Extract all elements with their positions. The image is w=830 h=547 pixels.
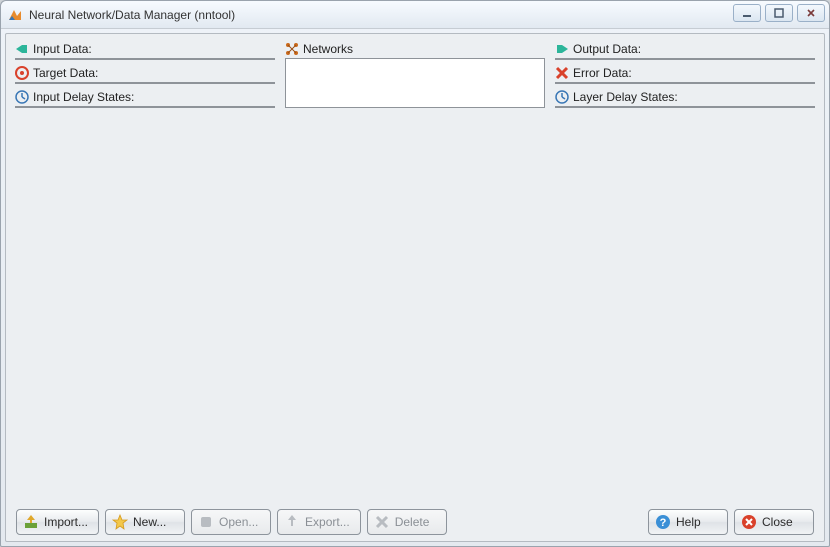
clock-icon (15, 90, 29, 104)
network-icon (285, 42, 299, 56)
input-data-label: Input Data: (15, 42, 275, 56)
output-data-list[interactable] (555, 58, 815, 60)
target-data-text: Target Data: (33, 66, 98, 80)
close-button[interactable]: Close (734, 509, 814, 535)
output-data-label: Output Data: (555, 42, 815, 56)
window-title: Neural Network/Data Manager (nntool) (29, 8, 235, 22)
target-data-panel: Target Data: (15, 66, 275, 84)
clock-icon (555, 90, 569, 104)
new-label: New... (133, 515, 166, 529)
layer-delay-list[interactable] (555, 106, 815, 108)
close-icon (741, 514, 757, 530)
layer-delay-panel: Layer Delay States: (555, 90, 815, 108)
networks-list[interactable] (285, 58, 545, 108)
nntool-window: Neural Network/Data Manager (nntool) Inp… (0, 0, 830, 547)
matlab-icon (7, 7, 23, 23)
export-label: Export... (305, 515, 350, 529)
window-controls (733, 4, 825, 22)
error-data-list[interactable] (555, 82, 815, 84)
input-delay-panel: Input Delay States: (15, 90, 275, 108)
layer-delay-text: Layer Delay States: (573, 90, 678, 104)
target-icon (15, 66, 29, 80)
networks-panel: Networks (285, 42, 545, 108)
networks-text: Networks (303, 42, 353, 56)
input-delay-label: Input Delay States: (15, 90, 275, 104)
output-data-panel: Output Data: (555, 42, 815, 60)
input-delay-text: Input Delay States: (33, 90, 134, 104)
input-data-panel: Input Data: (15, 42, 275, 60)
output-arrow-icon (555, 42, 569, 56)
input-data-list[interactable] (15, 58, 275, 60)
new-star-icon (112, 514, 128, 530)
help-button[interactable]: ? Help (648, 509, 728, 535)
output-data-text: Output Data: (573, 42, 641, 56)
import-label: Import... (44, 515, 88, 529)
maximize-button[interactable] (765, 4, 793, 22)
layer-delay-label: Layer Delay States: (555, 90, 815, 104)
error-data-text: Error Data: (573, 66, 632, 80)
open-button: Open... (191, 509, 271, 535)
close-label: Close (762, 515, 793, 529)
new-button[interactable]: New... (105, 509, 185, 535)
networks-label: Networks (285, 42, 545, 56)
titlebar: Neural Network/Data Manager (nntool) (1, 1, 829, 29)
import-button[interactable]: Import... (16, 509, 99, 535)
delete-icon (374, 514, 390, 530)
help-label: Help (676, 515, 701, 529)
delete-button: Delete (367, 509, 447, 535)
input-arrow-icon (15, 42, 29, 56)
export-icon (284, 514, 300, 530)
target-data-label: Target Data: (15, 66, 275, 80)
open-icon (198, 514, 214, 530)
minimize-button[interactable] (733, 4, 761, 22)
panels-grid: Input Data: Networks Outpu (16, 42, 814, 501)
delete-label: Delete (395, 515, 430, 529)
error-icon (555, 66, 569, 80)
svg-text:?: ? (660, 517, 667, 529)
export-button: Export... (277, 509, 361, 535)
help-icon: ? (655, 514, 671, 530)
error-data-panel: Error Data: (555, 66, 815, 84)
target-data-list[interactable] (15, 82, 275, 84)
client-area: Input Data: Networks Outpu (5, 33, 825, 542)
input-data-text: Input Data: (33, 42, 92, 56)
close-window-button[interactable] (797, 4, 825, 22)
error-data-label: Error Data: (555, 66, 815, 80)
input-delay-list[interactable] (15, 106, 275, 108)
open-label: Open... (219, 515, 258, 529)
toolbar: Import... New... Open... Export... (16, 509, 814, 535)
import-icon (23, 514, 39, 530)
